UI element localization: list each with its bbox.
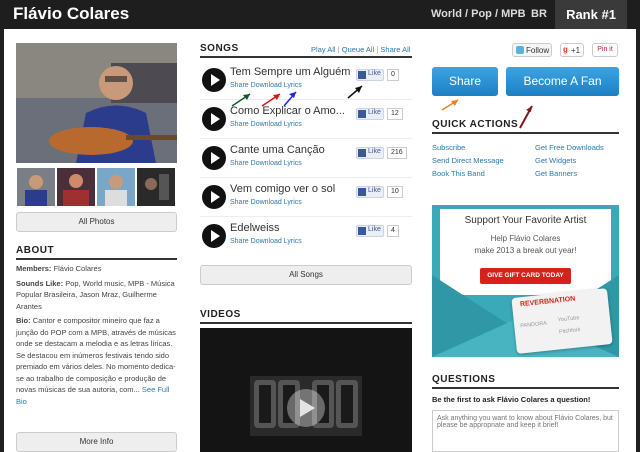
like-button[interactable]: Like: [356, 186, 384, 198]
banners-link[interactable]: Get Banners: [535, 167, 604, 180]
play-all-link[interactable]: Play All: [311, 45, 336, 54]
widgets-link[interactable]: Get Widgets: [535, 154, 604, 167]
videos-divider: [200, 322, 412, 324]
genre-label: World / Pop / MPB: [431, 8, 526, 20]
facebook-icon: [358, 71, 366, 79]
songs-heading: SONGS: [200, 43, 239, 54]
rank-badge: Rank #1: [555, 0, 627, 29]
lyrics-link[interactable]: Lyrics: [284, 238, 302, 245]
members-value: Flávio Colares: [53, 264, 102, 273]
region-label: BR: [531, 8, 547, 20]
all-photos-button[interactable]: All Photos: [16, 212, 177, 232]
question-input[interactable]: [432, 410, 619, 452]
play-icon[interactable]: [202, 185, 226, 209]
quick-actions-left: Subscribe Send Direct Message Book This …: [432, 141, 504, 180]
members-label: Members:: [16, 264, 52, 273]
play-icon[interactable]: [202, 68, 226, 92]
like-count: 4: [387, 225, 399, 237]
about-divider: [16, 258, 177, 260]
share-button[interactable]: Share: [432, 67, 498, 96]
support-text: Help Flávio Colares: [490, 234, 561, 243]
store-label: PANDORA: [520, 320, 548, 330]
bio-label: Bio:: [16, 316, 31, 325]
reverbnation-logo: REVERBNATION: [519, 295, 576, 309]
photo-thumb[interactable]: [97, 168, 135, 206]
like-count: 10: [387, 186, 403, 198]
twitter-icon: [516, 46, 524, 54]
download-link[interactable]: Download: [251, 160, 282, 167]
facebook-icon: [358, 188, 366, 196]
share-link[interactable]: Share: [230, 238, 249, 245]
store-label: YouTube: [557, 315, 580, 324]
support-text-2: make 2013 a break out year!: [474, 246, 577, 255]
share-link[interactable]: Share: [230, 121, 249, 128]
about-content: Members: Flávio Colares Sounds Like: Pop…: [16, 263, 177, 407]
download-link[interactable]: Download: [251, 238, 282, 245]
artist-name: Flávio Colares: [13, 4, 130, 23]
lyrics-link[interactable]: Lyrics: [284, 199, 302, 206]
support-title: Support Your Favorite Artist: [464, 215, 587, 226]
play-icon[interactable]: [202, 107, 226, 131]
download-link[interactable]: Download: [251, 121, 282, 128]
more-info-button[interactable]: More Info: [16, 432, 177, 452]
sounds-like-label: Sounds Like:: [16, 278, 64, 288]
photo-thumb[interactable]: [17, 168, 55, 206]
photo-thumb[interactable]: [137, 168, 175, 206]
song-row: Vem comigo ver o sol Share Download Lyri…: [200, 179, 412, 217]
song-title[interactable]: Edelweiss: [230, 222, 280, 234]
song-title[interactable]: Vem comigo ver o sol: [230, 183, 335, 195]
song-title[interactable]: Cante uma Canção: [230, 144, 325, 156]
support-banner[interactable]: Support Your Favorite Artist Help Flávio…: [432, 205, 619, 357]
photo-thumb[interactable]: [57, 168, 95, 206]
book-band-link[interactable]: Book This Band: [432, 167, 504, 180]
facebook-icon: [358, 149, 366, 157]
gift-card-image: REVERBNATION PANDORA YouTube Pitchfork: [511, 288, 613, 354]
share-link[interactable]: Share: [230, 199, 249, 206]
play-icon[interactable]: [202, 146, 226, 170]
facebook-icon: [358, 110, 366, 118]
bio-text: Cantor e compositor mineiro que faz a ju…: [16, 316, 176, 348]
questions-heading: QUESTIONS: [432, 374, 496, 385]
questions-prompt: Be the first to ask Flávio Colares a que…: [432, 395, 591, 404]
like-button[interactable]: Like: [356, 147, 384, 159]
songs-controls: Play All | Queue All | Share All: [311, 45, 411, 54]
quick-actions-heading: QUICK ACTIONS: [432, 119, 519, 130]
play-icon[interactable]: [202, 224, 226, 248]
free-downloads-link[interactable]: Get Free Downloads: [535, 141, 604, 154]
top-bar: Flávio Colares World / Pop / MPB BR Rank…: [0, 0, 640, 29]
google-plus-icon: g: [563, 45, 568, 54]
become-fan-button[interactable]: Become A Fan: [506, 67, 619, 96]
quick-actions-right: Get Free Downloads Get Widgets Get Banne…: [535, 141, 604, 180]
pinterest-button[interactable]: Pin it: [592, 43, 618, 57]
questions-divider: [432, 387, 619, 389]
song-row: Edelweiss Share Download Lyrics Like 4: [200, 218, 412, 256]
videos-heading: VIDEOS: [200, 309, 241, 320]
song-row: Cante uma Canção Share Download Lyrics L…: [200, 140, 412, 178]
facebook-icon: [358, 227, 366, 235]
artist-photo[interactable]: [16, 43, 177, 163]
lyrics-link[interactable]: Lyrics: [284, 121, 302, 128]
download-link[interactable]: Download: [251, 199, 282, 206]
like-button[interactable]: Like: [356, 225, 384, 237]
songs-divider: [200, 56, 412, 58]
twitter-follow-button[interactable]: Follow: [512, 43, 552, 57]
about-heading: ABOUT: [16, 245, 55, 256]
share-all-link[interactable]: Share All: [380, 45, 410, 54]
video-player[interactable]: [200, 328, 412, 452]
song-title[interactable]: Tem Sempre um Alguém: [230, 66, 350, 78]
all-songs-button[interactable]: All Songs: [200, 265, 412, 285]
annotation-arrows: [231, 85, 363, 107]
like-button[interactable]: Like: [356, 69, 384, 81]
send-message-link[interactable]: Send Direct Message: [432, 154, 504, 167]
lyrics-link[interactable]: Lyrics: [284, 160, 302, 167]
google-plus-button[interactable]: g +1: [560, 43, 584, 57]
quick-actions-divider: [432, 132, 619, 134]
queue-all-link[interactable]: Queue All: [342, 45, 375, 54]
subscribe-link[interactable]: Subscribe: [432, 141, 504, 154]
share-link[interactable]: Share: [230, 160, 249, 167]
store-label: Pitchfork: [558, 327, 581, 336]
like-count: 12: [387, 108, 403, 120]
like-count: 216: [387, 147, 407, 159]
like-count: 0: [387, 69, 399, 81]
